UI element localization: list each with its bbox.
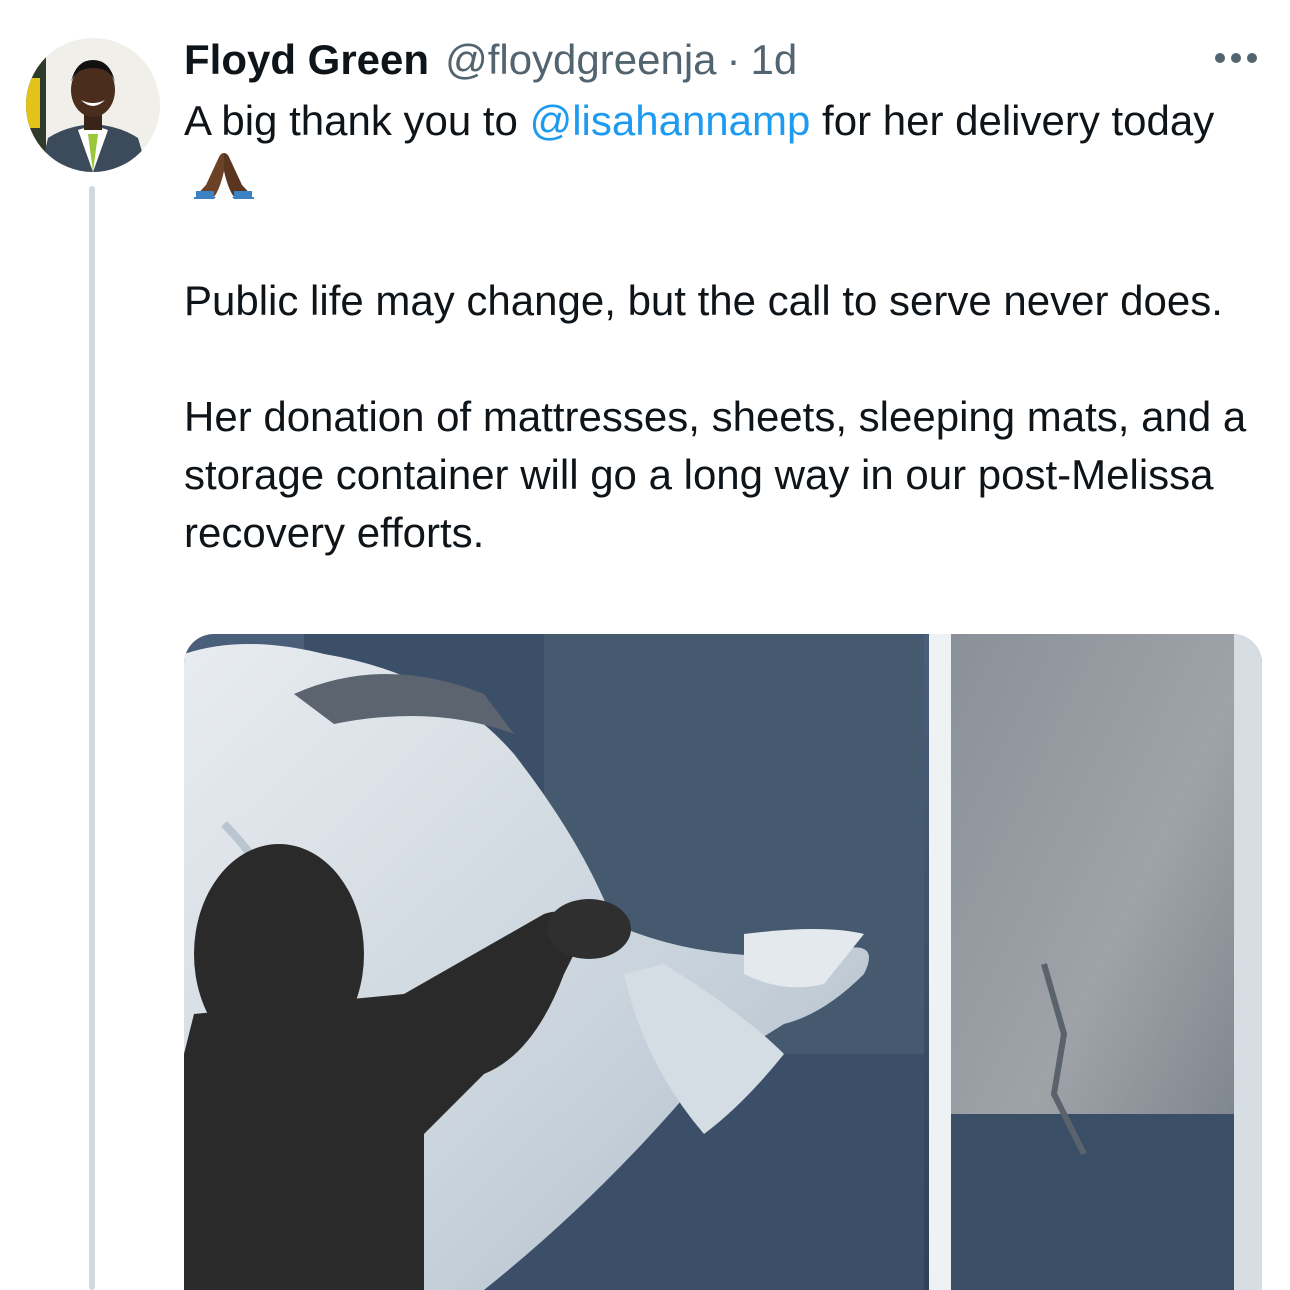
tweet[interactable]: Floyd Green @floydgreenja · 1d A big tha… xyxy=(0,0,1290,1290)
more-horizontal-icon xyxy=(1215,53,1257,63)
timestamp[interactable]: 1d xyxy=(751,32,798,88)
avatar[interactable] xyxy=(26,38,160,172)
tweet-header: Floyd Green @floydgreenja · 1d xyxy=(184,32,797,88)
tweet-media[interactable] xyxy=(184,634,1262,1290)
separator-dot: · xyxy=(726,36,741,83)
tweet-paragraph-3: Her donation of mattresses, sheets, slee… xyxy=(184,393,1247,556)
tweet-text: A big thank you to @lisahannamp for her … xyxy=(184,92,1274,562)
avatar-photo xyxy=(26,38,160,172)
folded-hands-icon xyxy=(194,151,254,214)
mention-link[interactable]: @lisahannamp xyxy=(530,97,811,144)
media-photo xyxy=(184,634,1262,1290)
author-handle[interactable]: @floydgreenja xyxy=(445,32,716,88)
tweet-paragraph-2: Public life may change, but the call to … xyxy=(184,277,1223,324)
text-before-mention: A big thank you to xyxy=(184,97,530,144)
tweet-paragraph-1: A big thank you to @lisahannamp for her … xyxy=(184,92,1274,214)
author-name[interactable]: Floyd Green xyxy=(184,32,429,88)
more-button[interactable] xyxy=(1208,40,1264,76)
text-after-mention: for her delivery today xyxy=(810,97,1215,144)
thread-line xyxy=(89,186,95,1290)
